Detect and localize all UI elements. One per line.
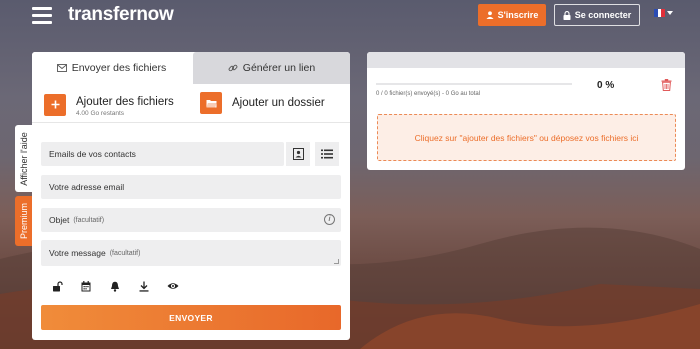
download-icon[interactable]: [137, 279, 151, 293]
menu-hamburger-icon[interactable]: [32, 7, 52, 24]
envelope-icon: [56, 64, 67, 72]
progress-status: 0 / 0 fichier(s) envoyé(s) - 0 Go au tot…: [376, 91, 481, 97]
contacts-email-label: Emails de vos contacts: [49, 149, 136, 159]
premium-label: Premium: [18, 202, 29, 240]
contacts-email-field[interactable]: Emails de vos contacts: [41, 142, 284, 166]
add-files-button[interactable]: Ajouter des fichiers 4.00 Go restants: [44, 92, 174, 117]
list-icon: [321, 149, 333, 159]
fr-flag-icon: [654, 9, 666, 17]
user-icon: [486, 11, 494, 19]
plus-icon: [44, 93, 66, 116]
transfer-options: [50, 279, 180, 293]
link-icon: [228, 64, 238, 72]
add-files-label: Ajouter des fichiers: [76, 96, 174, 108]
file-drop-zone[interactable]: Cliquez sur "ajouter des fichiers" ou dé…: [377, 114, 676, 161]
message-label: Votre message: [49, 248, 106, 258]
subject-label: Objet: [49, 215, 70, 225]
login-label: Se connecter: [574, 10, 632, 20]
contacts-list-button[interactable]: [315, 142, 339, 166]
transfer-panel: 0 / 0 fichier(s) envoyé(s) - 0 Go au tot…: [367, 52, 685, 170]
eye-icon[interactable]: [166, 279, 180, 293]
resize-handle-icon[interactable]: [334, 259, 339, 264]
add-folder-label: Ajouter un dossier: [232, 96, 325, 109]
tab-generate-link[interactable]: Générer un lien: [193, 52, 350, 84]
tab-send-label: Envoyer des fichiers: [71, 62, 167, 74]
tab-send-files[interactable]: Envoyer des fichiers: [32, 52, 191, 84]
lock-icon: [563, 10, 571, 20]
trash-icon[interactable]: [661, 78, 672, 96]
remaining-storage: 4.00 Go restants: [76, 110, 125, 117]
progress-percent: 0 %: [597, 80, 615, 91]
panel-tabs: Envoyer des fichiers Générer un lien: [32, 52, 350, 84]
send-button[interactable]: ENVOYER: [41, 305, 341, 330]
add-folder-button[interactable]: Ajouter un dossier: [200, 92, 325, 114]
address-book-icon: [292, 148, 304, 160]
send-panel: Envoyer des fichiers Générer un lien Ajo…: [32, 52, 350, 340]
caret-down-icon: [667, 11, 673, 15]
login-button[interactable]: Se connecter: [554, 4, 640, 26]
progress-bar: [376, 83, 572, 85]
show-help-tab[interactable]: Afficher l'aide: [15, 125, 32, 192]
sender-email-field[interactable]: Votre adresse email: [41, 175, 341, 199]
divider: [32, 122, 350, 123]
logo[interactable]: transfernow: [68, 4, 174, 26]
bell-icon[interactable]: [108, 279, 122, 293]
show-help-label: Afficher l'aide: [18, 131, 29, 186]
signup-button[interactable]: S'inscrire: [478, 4, 546, 26]
calendar-icon[interactable]: [79, 279, 93, 293]
contacts-book-button[interactable]: [286, 142, 310, 166]
message-optional: (facultatif): [109, 249, 141, 257]
subject-field[interactable]: Objet (facultatif) i: [41, 208, 341, 232]
unlock-icon[interactable]: [50, 279, 64, 293]
tab-link-label: Générer un lien: [242, 62, 316, 74]
info-icon[interactable]: i: [324, 214, 335, 225]
message-field[interactable]: Votre message (facultatif): [41, 240, 341, 266]
folder-icon: [200, 92, 222, 114]
subject-optional: (facultatif): [73, 216, 105, 224]
transfer-panel-header: [367, 52, 685, 68]
sender-email-label: Votre adresse email: [49, 182, 125, 192]
language-selector[interactable]: [654, 9, 673, 17]
signup-label: S'inscrire: [497, 10, 539, 20]
premium-tab[interactable]: Premium: [15, 196, 32, 246]
